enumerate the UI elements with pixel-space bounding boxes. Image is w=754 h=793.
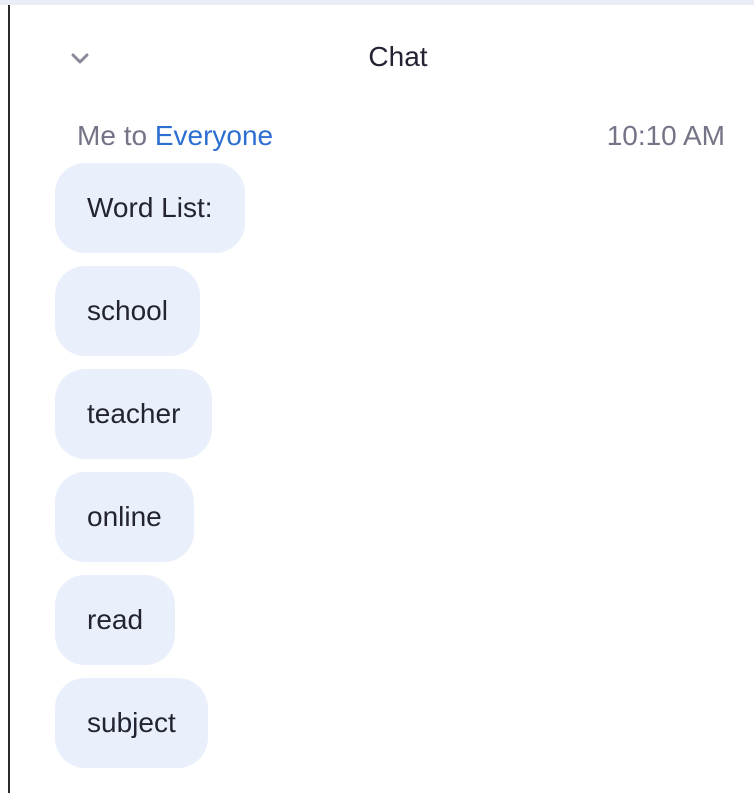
message-bubble[interactable]: Word List: <box>55 163 245 253</box>
sender-name: Me <box>77 120 116 151</box>
to-word: to <box>123 120 148 151</box>
chat-title: Chat <box>368 41 428 72</box>
message-timestamp: 10:10 AM <box>606 120 725 151</box>
message-bubble[interactable]: read <box>55 575 176 665</box>
message-list: Word List: school teacher online read su… <box>55 163 245 781</box>
message-bubble[interactable]: subject <box>55 678 208 768</box>
message-bubble[interactable]: school <box>55 266 200 356</box>
panel-left-border-lower <box>8 298 10 793</box>
recipient-link[interactable]: Everyone <box>155 120 273 151</box>
message-meta: Me to Everyone 10:10 AM <box>77 120 725 156</box>
sender-line: Me to Everyone <box>77 120 273 152</box>
message-bubble[interactable]: online <box>55 472 194 562</box>
message-bubble[interactable]: teacher <box>55 369 213 459</box>
chat-header: Chat <box>10 5 754 105</box>
